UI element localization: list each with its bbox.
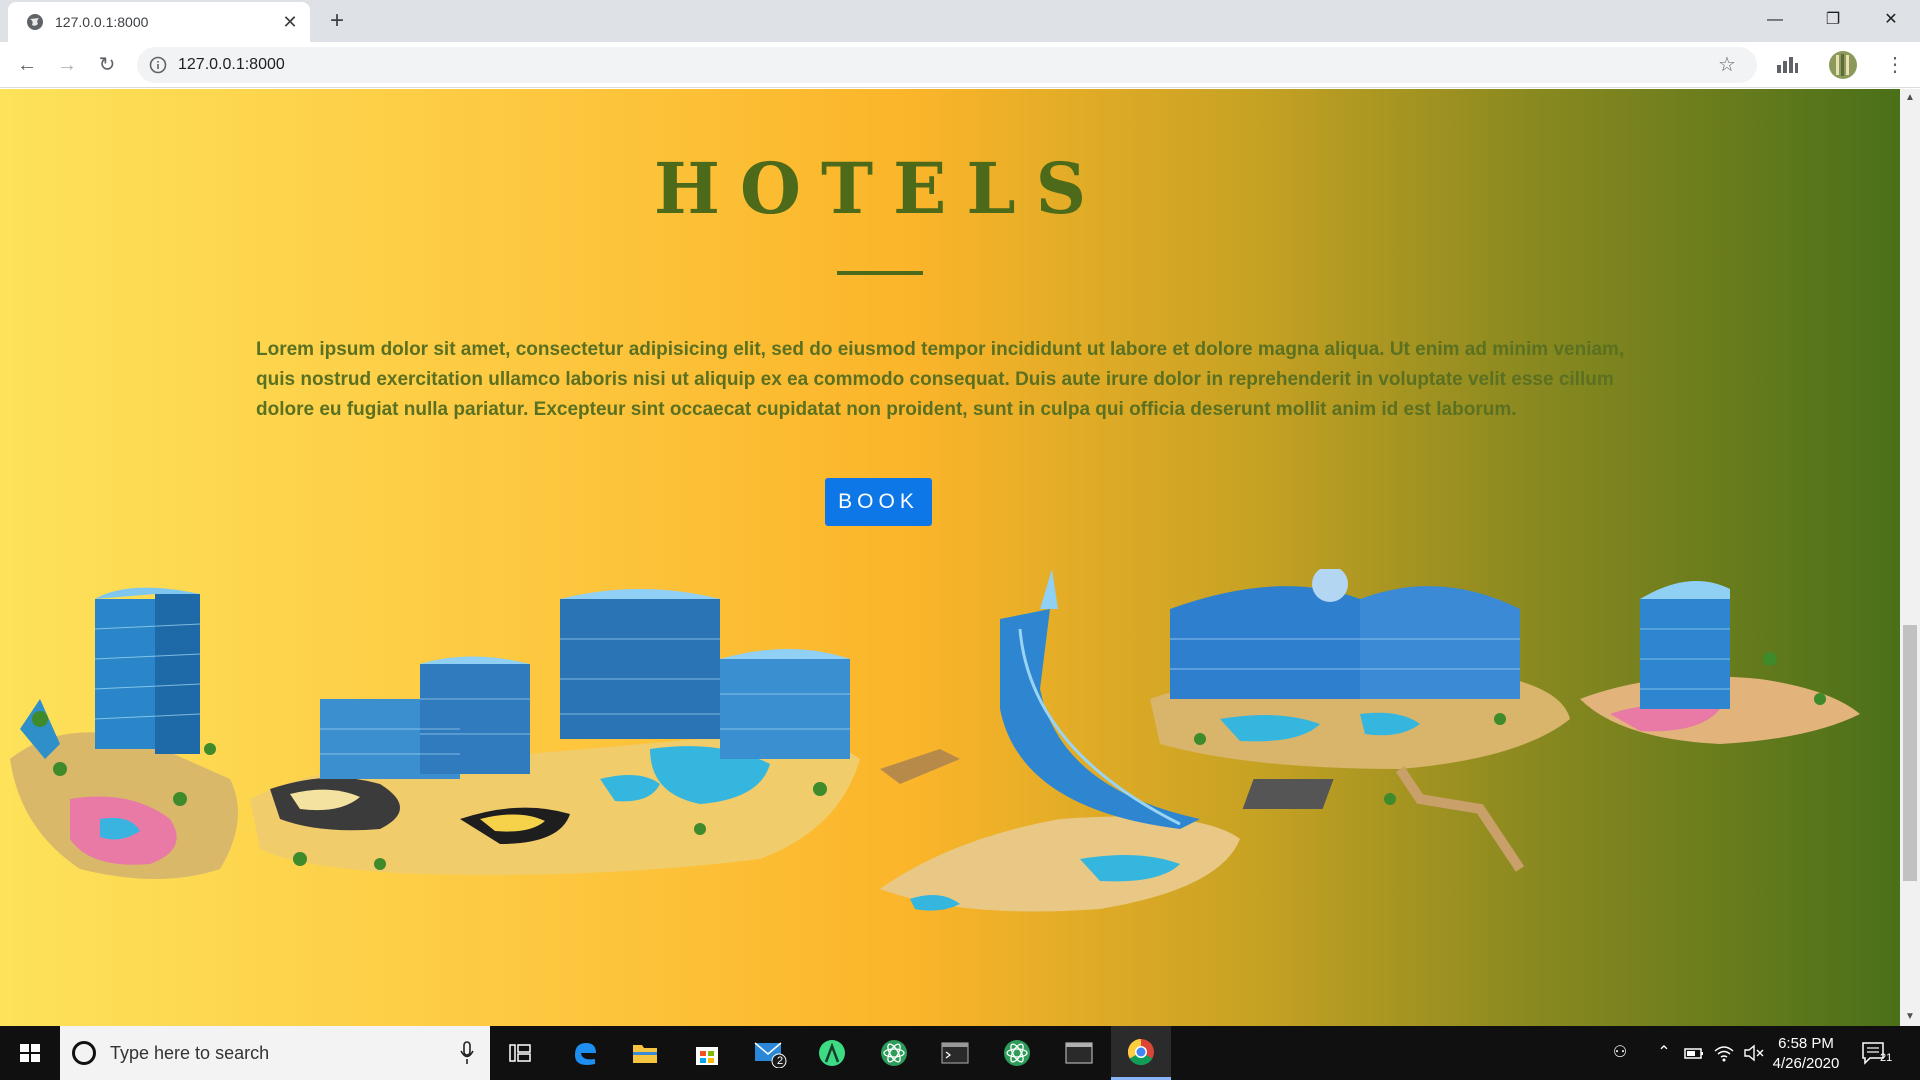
title-divider bbox=[837, 271, 923, 275]
file-explorer-icon bbox=[633, 1045, 657, 1063]
hotel-resort-illustration bbox=[10, 569, 1860, 912]
scroll-thumb[interactable] bbox=[1903, 625, 1917, 881]
hotels-section: HOTELS Lorem ipsum dolor sit amet, conse… bbox=[0, 89, 1900, 1026]
book-button[interactable]: BOOK bbox=[825, 478, 932, 526]
taskbar-search-box[interactable]: Type here to search bbox=[60, 1026, 490, 1080]
page-description: Lorem ipsum dolor sit amet, consectetur … bbox=[256, 339, 1625, 420]
back-button[interactable]: ← bbox=[12, 50, 42, 80]
atom-icon-2 bbox=[1004, 1040, 1030, 1066]
windows-start-icon bbox=[20, 1044, 40, 1062]
taskbar-edge[interactable] bbox=[555, 1026, 615, 1080]
info-icon[interactable] bbox=[149, 56, 167, 74]
start-button[interactable] bbox=[0, 1026, 60, 1080]
reload-button[interactable]: ↻ bbox=[92, 50, 122, 80]
new-tab-button[interactable]: + bbox=[324, 8, 350, 34]
taskbar-atom-2[interactable] bbox=[987, 1026, 1047, 1080]
profile-avatar-icon[interactable] bbox=[1828, 50, 1858, 80]
taskbar-chrome[interactable] bbox=[1111, 1026, 1171, 1080]
browser-toolbar: ← → ↻ 127.0.0.1:8000 ☆ ⋮ bbox=[0, 42, 1920, 88]
taskbar-android-studio[interactable] bbox=[802, 1026, 862, 1080]
taskbar-mail[interactable]: 2 bbox=[740, 1026, 800, 1080]
central-resort-island bbox=[250, 589, 960, 875]
cortana-icon bbox=[72, 1041, 96, 1065]
clock-time: 6:58 PM bbox=[1778, 1035, 1834, 1052]
battery-icon[interactable] bbox=[1682, 1041, 1706, 1065]
left-tower-island bbox=[10, 587, 238, 879]
vertical-scrollbar[interactable]: ▲ ▼ bbox=[1900, 89, 1920, 1026]
microphone-icon[interactable] bbox=[458, 1040, 476, 1066]
terminal-icon bbox=[941, 1042, 969, 1064]
taskbar-terminal[interactable] bbox=[925, 1026, 985, 1080]
edge-icon bbox=[575, 1043, 596, 1065]
system-clock[interactable]: 6:58 PM 4/26/2020 bbox=[1766, 1034, 1846, 1074]
right-resort-island bbox=[1150, 569, 1570, 872]
page-viewport: HOTELS Lorem ipsum dolor sit amet, conse… bbox=[0, 89, 1920, 1026]
chrome-icon bbox=[1127, 1038, 1154, 1065]
mail-badge: 2 bbox=[777, 1055, 784, 1067]
action-center-button[interactable]: 21 bbox=[1858, 1038, 1898, 1068]
tab-strip: 127.0.0.1:8000 ✕ + — ❐ ✕ bbox=[0, 0, 1920, 42]
windows-taskbar: Type here to search 2 ⚇ ⌃ 6:58 PM 4/26/2… bbox=[0, 1026, 1920, 1080]
url-text[interactable]: 127.0.0.1:8000 bbox=[178, 56, 285, 74]
notification-count: 21 bbox=[1880, 1052, 1893, 1064]
browser-menu-button[interactable]: ⋮ bbox=[1880, 50, 1910, 80]
taskbar-atom[interactable] bbox=[864, 1026, 924, 1080]
people-icon[interactable]: ⚇ bbox=[1608, 1041, 1632, 1065]
task-view-icon bbox=[509, 1044, 531, 1062]
taskbar-store[interactable] bbox=[677, 1026, 737, 1080]
browser-tab[interactable]: 127.0.0.1:8000 ✕ bbox=[8, 2, 310, 42]
globe-icon bbox=[27, 14, 43, 30]
minimize-button[interactable]: — bbox=[1746, 0, 1804, 40]
atom-icon bbox=[881, 1040, 907, 1066]
search-placeholder: Type here to search bbox=[110, 1043, 270, 1063]
wifi-icon[interactable] bbox=[1712, 1041, 1736, 1065]
scroll-down-arrow-icon[interactable]: ▼ bbox=[1900, 1008, 1920, 1026]
address-bar[interactable]: 127.0.0.1:8000 ☆ bbox=[137, 47, 1757, 83]
tab-close-button[interactable]: ✕ bbox=[279, 11, 301, 33]
scroll-up-arrow-icon[interactable]: ▲ bbox=[1900, 89, 1920, 107]
forward-button[interactable]: → bbox=[52, 50, 82, 80]
window-icon bbox=[1065, 1042, 1093, 1064]
taskbar-window[interactable] bbox=[1049, 1026, 1109, 1080]
bookmark-star-icon[interactable]: ☆ bbox=[1715, 53, 1739, 77]
show-hidden-icons-chevron-up-icon[interactable]: ⌃ bbox=[1652, 1041, 1676, 1065]
restore-button[interactable]: ❐ bbox=[1804, 0, 1862, 40]
taskbar-file-explorer[interactable] bbox=[615, 1026, 675, 1080]
tab-title: 127.0.0.1:8000 bbox=[55, 14, 149, 30]
close-window-button[interactable]: ✕ bbox=[1862, 0, 1920, 40]
volume-muted-icon[interactable] bbox=[1742, 1041, 1766, 1065]
far-right-tower-island bbox=[1580, 581, 1860, 744]
clock-date: 4/26/2020 bbox=[1772, 1055, 1840, 1072]
cast-icon[interactable] bbox=[1774, 53, 1800, 77]
android-studio-icon bbox=[819, 1040, 845, 1066]
task-view-button[interactable] bbox=[490, 1026, 550, 1080]
store-icon bbox=[696, 1047, 718, 1065]
page-title: HOTELS bbox=[653, 147, 1107, 230]
